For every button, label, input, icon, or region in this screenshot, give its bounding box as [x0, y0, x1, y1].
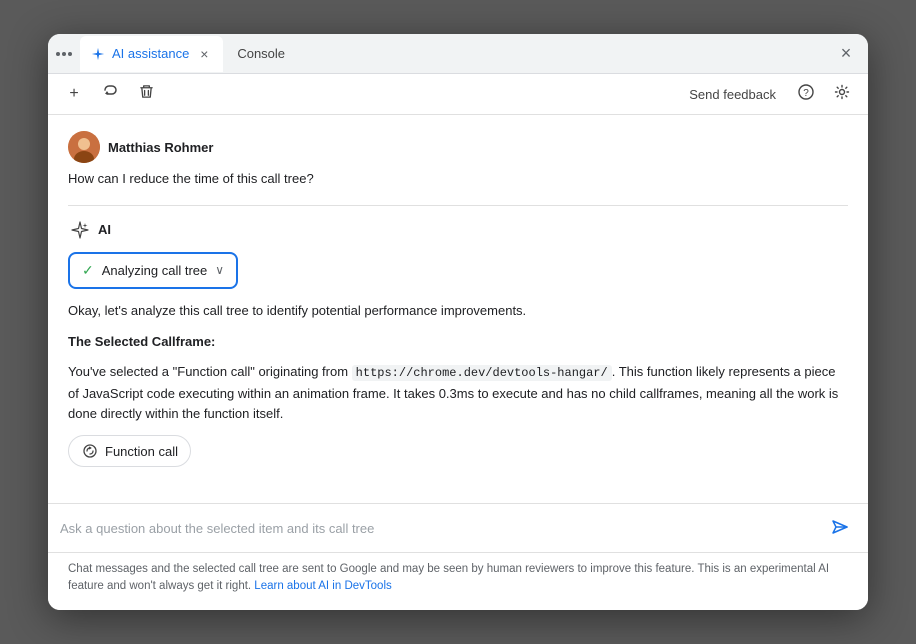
trash-icon — [139, 84, 154, 104]
devtools-window: AI assistance × Console × + — [48, 34, 868, 609]
ai-sparkle-icon — [90, 46, 106, 62]
chevron-down-icon: ∨ — [215, 263, 224, 277]
tab-ai-assistance-close[interactable]: × — [195, 45, 213, 63]
chat-input[interactable] — [60, 521, 816, 536]
menu-dots[interactable] — [56, 52, 72, 56]
tab-console[interactable]: Console — [227, 36, 295, 72]
tab-ai-assistance-label: AI assistance — [112, 46, 189, 61]
user-name: Matthias Rohmer — [108, 140, 213, 155]
avatar — [68, 131, 100, 163]
tab-bar: AI assistance × Console × — [48, 34, 868, 74]
user-header: Matthias Rohmer — [68, 131, 848, 163]
gear-icon — [834, 84, 850, 105]
user-message-text: How can I reduce the time of this call t… — [68, 169, 848, 189]
analyzing-call-tree-badge[interactable]: ✓ Analyzing call tree ∨ — [68, 252, 238, 289]
function-call-chip[interactable]: Function call — [68, 435, 191, 467]
help-icon: ? — [798, 84, 814, 105]
ai-section: AI ✓ Analyzing call tree ∨ Okay, let's a… — [68, 218, 848, 479]
window-close-button[interactable]: × — [832, 40, 860, 68]
code-url: https://chrome.dev/devtools-hangar/ — [352, 365, 612, 381]
tab-ai-assistance[interactable]: AI assistance × — [80, 36, 223, 72]
undo-button[interactable] — [96, 80, 124, 108]
new-chat-button[interactable]: + — [60, 80, 88, 108]
check-icon: ✓ — [82, 262, 94, 279]
input-area — [48, 503, 868, 552]
tab-console-label: Console — [237, 46, 285, 61]
selected-callframe-heading: The Selected Callframe: — [68, 334, 215, 349]
send-icon — [830, 517, 850, 540]
svg-text:?: ? — [803, 88, 809, 99]
undo-icon — [102, 84, 118, 105]
send-button[interactable] — [824, 512, 856, 544]
chat-area: Matthias Rohmer How can I reduce the tim… — [48, 115, 868, 503]
analyzing-text: Analyzing call tree — [102, 263, 208, 278]
user-message: Matthias Rohmer How can I reduce the tim… — [68, 131, 848, 189]
ai-response-body: The Selected Callframe: — [68, 332, 848, 353]
response-before-code: You've selected a "Function call" origin… — [68, 364, 352, 379]
function-call-icon — [81, 442, 99, 460]
send-feedback-button[interactable]: Send feedback — [681, 83, 784, 106]
footer-text: Chat messages and the selected call tree… — [68, 563, 829, 592]
toolbar: + Send feedback ? — [48, 74, 868, 115]
section-divider — [68, 205, 848, 206]
ai-label: AI — [98, 222, 111, 237]
function-call-chip-label: Function call — [105, 444, 178, 459]
delete-button[interactable] — [132, 80, 160, 108]
chat-footer: Chat messages and the selected call tree… — [48, 552, 868, 610]
ai-response-intro: Okay, let's analyze this call tree to id… — [68, 301, 848, 322]
ai-response-detail: You've selected a "Function call" origin… — [68, 362, 848, 425]
devtools-ai-link[interactable]: Learn about AI in DevTools — [254, 580, 391, 592]
ai-icon — [68, 218, 92, 242]
help-button[interactable]: ? — [792, 80, 820, 108]
ai-header: AI — [68, 218, 848, 242]
settings-button[interactable] — [828, 80, 856, 108]
